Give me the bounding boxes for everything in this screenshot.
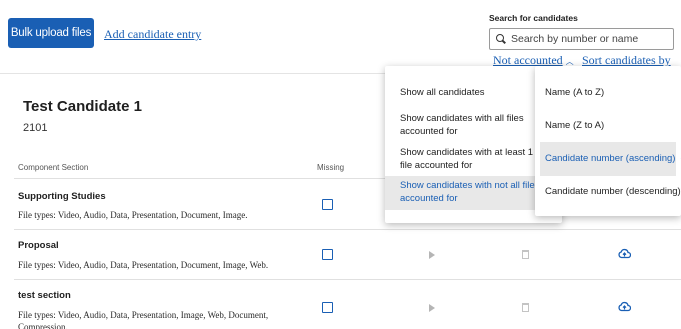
sort-menu-item-number-asc[interactable]: Candidate number (ascending)✓ bbox=[540, 142, 681, 176]
bulk-upload-button[interactable]: Bulk upload files bbox=[8, 18, 94, 48]
row-title: Supporting Studies bbox=[18, 191, 106, 202]
missing-checkbox[interactable] bbox=[322, 302, 333, 313]
candidate-name: Test Candidate 1 bbox=[23, 98, 142, 115]
row-title: test section bbox=[18, 290, 71, 301]
missing-checkbox[interactable] bbox=[322, 199, 333, 210]
column-header-missing: Missing bbox=[317, 163, 345, 172]
row-file-types: File types: Video, Audio, Data, Presenta… bbox=[18, 310, 269, 329]
play-icon[interactable] bbox=[429, 251, 435, 259]
row-divider bbox=[14, 279, 681, 280]
search-input[interactable] bbox=[511, 33, 671, 45]
missing-checkbox[interactable] bbox=[322, 249, 333, 260]
add-candidate-link[interactable]: Add candidate entry bbox=[104, 27, 201, 42]
search-field[interactable] bbox=[489, 28, 674, 50]
row-file-types: File types: Video, Audio, Data, Presenta… bbox=[18, 260, 269, 270]
sort-dropdown-label: Sort candidates by bbox=[582, 53, 671, 67]
trash-icon[interactable] bbox=[522, 250, 529, 259]
trash-icon[interactable] bbox=[522, 303, 529, 312]
sort-menu-item-name-asc[interactable]: Name (A to Z) bbox=[535, 87, 681, 99]
row-title: Proposal bbox=[18, 240, 59, 251]
column-header-component: Component Section bbox=[18, 163, 89, 172]
cloud-upload-icon[interactable] bbox=[618, 248, 631, 259]
sort-menu: Name (A to Z) Name (Z to A) Candidate nu… bbox=[535, 66, 681, 216]
search-icon bbox=[496, 34, 506, 44]
sort-menu-item-name-desc[interactable]: Name (Z to A) bbox=[535, 120, 681, 132]
sort-menu-item-number-desc[interactable]: Candidate number (descending) bbox=[535, 186, 681, 198]
play-icon[interactable] bbox=[429, 304, 435, 312]
row-file-types: File types: Video, Audio, Data, Presenta… bbox=[18, 210, 248, 220]
candidate-number: 2101 bbox=[23, 122, 48, 134]
cloud-upload-icon[interactable] bbox=[618, 301, 631, 312]
sort-menu-item-label: Candidate number (ascending) bbox=[545, 153, 676, 164]
search-label: Search for candidates bbox=[489, 13, 578, 23]
row-divider bbox=[14, 229, 681, 230]
filter-dropdown-label: Not accounted bbox=[493, 53, 563, 67]
